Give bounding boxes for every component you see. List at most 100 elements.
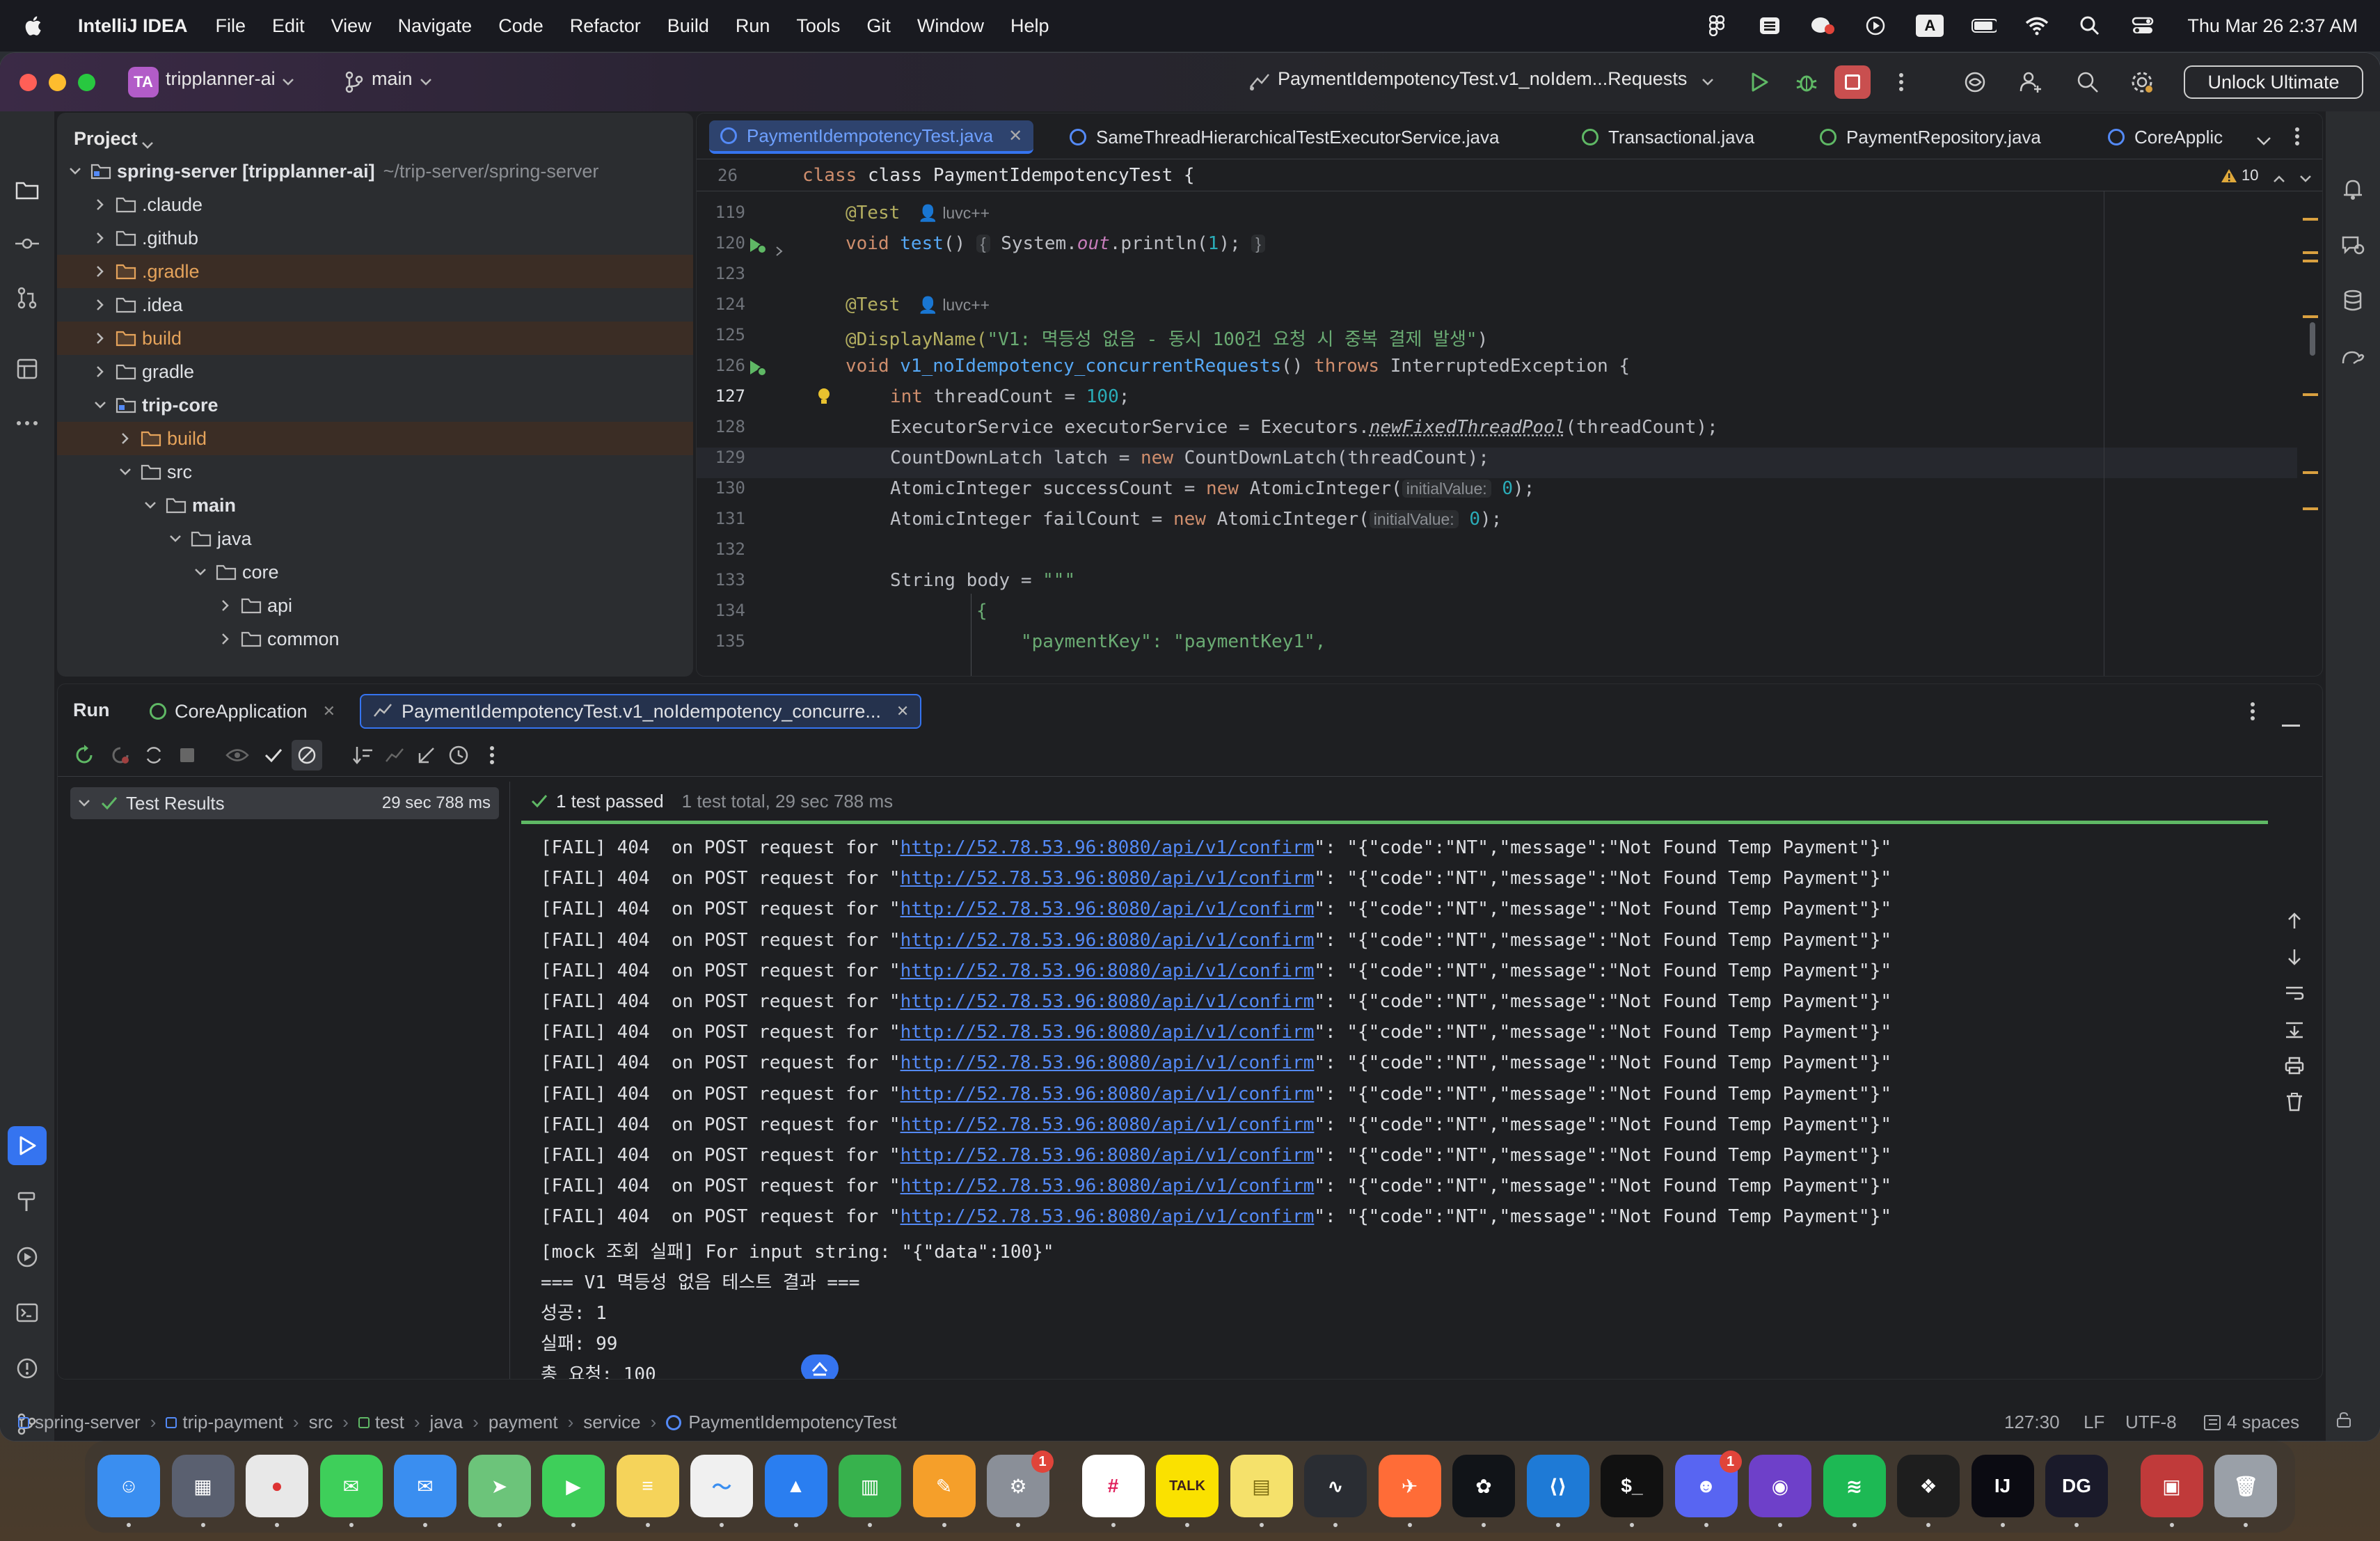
more-actions-icon[interactable] — [1887, 68, 1915, 96]
error-stripe-mark[interactable] — [2303, 507, 2318, 510]
menu-navigate[interactable]: Navigate — [398, 15, 473, 37]
scroll-up-arrow-icon[interactable] — [2282, 908, 2307, 933]
console-link[interactable]: http://52.78.53.96:8080/api/v1/confirm — [901, 1114, 1315, 1135]
dock-intellij-icon[interactable]: IJ — [1971, 1455, 2034, 1517]
sort-alphabetically-icon[interactable] — [350, 743, 375, 768]
close-tab-icon[interactable]: ✕ — [323, 702, 335, 720]
chevron-right-icon[interactable] — [92, 230, 109, 246]
code-author-hint[interactable]: 👤 luvc++ — [918, 204, 990, 222]
code-line-135[interactable]: "paymentKey": "paymentKey1", — [1021, 631, 1326, 652]
ai-assistant-icon[interactable] — [1961, 68, 1989, 96]
project-tree-node[interactable]: java — [57, 522, 693, 555]
menubar-clock[interactable]: Thu Mar 26 2:37 AM — [2187, 15, 2358, 37]
window-zoom-button[interactable] — [78, 74, 95, 91]
error-stripe-mark[interactable] — [2303, 251, 2318, 254]
dock-trash-icon[interactable]: 🗑 — [2214, 1455, 2277, 1517]
menu-tools[interactable]: Tools — [796, 15, 840, 37]
chevron-right-icon[interactable] — [117, 430, 134, 447]
code-line-126[interactable]: void v1_noIdempotency_concurrentRequests… — [846, 356, 1630, 377]
clear-all-trash-icon[interactable] — [2282, 1089, 2307, 1114]
dock-datagrip-icon[interactable]: DG — [2045, 1455, 2108, 1517]
dock-github-desktop-icon[interactable]: ◉ — [1749, 1455, 1811, 1517]
console-link[interactable]: http://52.78.53.96:8080/api/v1/confirm — [901, 1022, 1315, 1043]
project-tree-node[interactable]: api — [57, 589, 693, 622]
run-tab-paymentidempotencytest[interactable]: PaymentIdempotencyTest.v1_noIdempotency_… — [360, 694, 922, 729]
error-stripe-mark[interactable] — [2303, 393, 2318, 396]
breadcrumb-item[interactable]: service — [583, 1412, 640, 1433]
next-highlight-icon[interactable] — [2299, 168, 2312, 189]
run-configuration-selector[interactable]: PaymentIdempotencyTest.v1_noIdem...Reque… — [1278, 68, 1687, 90]
code-author-hint[interactable]: 👤 luvc++ — [918, 296, 990, 314]
previous-highlight-icon[interactable] — [2272, 168, 2286, 189]
console-link[interactable]: http://52.78.53.96:8080/api/v1/confirm — [901, 837, 1315, 858]
dock-vscode-icon[interactable]: ⟨⟩ — [1526, 1455, 1589, 1517]
terminal-tool-icon[interactable] — [13, 1299, 41, 1327]
breadcrumb-item[interactable]: payment — [489, 1412, 558, 1433]
console-link[interactable]: http://52.78.53.96:8080/api/v1/confirm — [901, 1176, 1315, 1196]
editor-tab-paymentrepository[interactable]: PaymentRepository.java — [1809, 120, 2052, 154]
test-results-root[interactable]: Test Results 29 sec 788 ms — [70, 787, 499, 819]
dock-notes-icon[interactable]: ≡ — [616, 1455, 679, 1517]
code-line-119[interactable]: @Test 👤 luvc++ — [846, 203, 990, 223]
code-line-120[interactable]: void test() { System.out.println(1); } — [846, 233, 1265, 254]
tab-list-chevron-icon[interactable] — [2255, 130, 2272, 152]
editor-scrollbar-thumb[interactable] — [2310, 322, 2315, 356]
project-tool-icon[interactable] — [13, 175, 41, 203]
apple-icon[interactable] — [22, 14, 46, 38]
read-only-lock-icon[interactable] — [2335, 1412, 2352, 1428]
show-passed-check-icon[interactable] — [261, 743, 286, 768]
project-tree-node[interactable]: main — [57, 489, 693, 522]
menu-view[interactable]: View — [331, 15, 372, 37]
console-link[interactable]: http://52.78.53.96:8080/api/v1/confirm — [901, 1084, 1315, 1105]
wifi-icon[interactable] — [2024, 15, 2049, 36]
notifications-bell-icon[interactable] — [2339, 175, 2367, 203]
editor-tab-samethreadexecutor[interactable]: SameThreadHierarchicalTestExecutorServic… — [1058, 120, 1510, 154]
code-with-me-icon[interactable] — [2017, 68, 2045, 96]
debug-icon[interactable] — [1793, 68, 1820, 96]
error-stripe-mark[interactable] — [2303, 218, 2318, 221]
project-tree-node[interactable]: common — [57, 622, 693, 656]
dock-stickies-icon[interactable]: ▤ — [1230, 1455, 1293, 1517]
breadcrumb-item[interactable]: spring-server — [35, 1412, 141, 1433]
dock-figma-icon[interactable]: ❖ — [1897, 1455, 1960, 1517]
chevron-down-icon[interactable] — [280, 68, 296, 96]
project-tree-node[interactable]: .gradle — [57, 255, 693, 288]
chevron-right-icon[interactable] — [217, 631, 234, 647]
console-link[interactable]: http://52.78.53.96:8080/api/v1/confirm — [901, 1052, 1315, 1073]
code-line-131[interactable]: AtomicInteger failCount = new AtomicInte… — [890, 509, 1502, 530]
menu-build[interactable]: Build — [667, 15, 709, 37]
rerun-icon[interactable] — [72, 743, 97, 768]
settings-gear-icon[interactable] — [2128, 68, 2156, 96]
project-tree-node[interactable]: build — [57, 322, 693, 355]
breadcrumb-item[interactable]: trip-payment — [182, 1412, 283, 1433]
ai-chat-icon[interactable] — [2339, 231, 2367, 259]
menu-edit[interactable]: Edit — [272, 15, 305, 37]
code-line-128[interactable]: ExecutorService executorService = Execut… — [890, 417, 1718, 438]
commit-tool-icon[interactable] — [13, 230, 41, 258]
caret-position[interactable]: 127:30 — [2004, 1412, 2060, 1433]
menu-refactor[interactable]: Refactor — [570, 15, 641, 37]
chevron-right-icon[interactable] — [92, 263, 109, 280]
line-separator[interactable]: LF — [2084, 1412, 2104, 1433]
chevron-down-icon[interactable] — [77, 798, 91, 808]
dock-facetime-icon[interactable]: ▶ — [542, 1455, 605, 1517]
sticky-scroll-header[interactable]: 26 class class PaymentIdempotencyTest { … — [697, 159, 2322, 191]
rerun-failed-icon[interactable] — [108, 743, 133, 768]
pull-requests-icon[interactable] — [13, 284, 41, 312]
console-link[interactable]: http://52.78.53.96:8080/api/v1/confirm — [901, 1206, 1315, 1227]
show-ignored-eye-icon[interactable] — [225, 743, 250, 768]
dock-maps-icon[interactable]: ➤ — [468, 1455, 531, 1517]
branch-switcher[interactable]: main — [372, 68, 413, 90]
code-line-130[interactable]: AtomicInteger successCount = new AtomicI… — [890, 478, 1534, 499]
fold-chevron-icon[interactable] — [775, 240, 784, 262]
scroll-to-end-icon[interactable] — [2282, 1017, 2307, 1042]
battery-icon[interactable] — [1972, 15, 1997, 36]
code-line-125[interactable]: @DisplayName("V1: 멱등성 없음 - 동시 100건 요청 시 … — [846, 325, 1488, 351]
menu-code[interactable]: Code — [498, 15, 544, 37]
dock-numbers-icon[interactable]: ▥ — [839, 1455, 901, 1517]
dock-preview-icon[interactable]: ▣ — [2140, 1455, 2203, 1517]
editor-more-icon[interactable] — [2294, 126, 2300, 152]
dock-keynote-icon[interactable]: ▲ — [764, 1455, 827, 1517]
dock-messages-icon[interactable]: ✉ — [319, 1455, 383, 1517]
stop-tests-icon[interactable] — [175, 743, 200, 768]
